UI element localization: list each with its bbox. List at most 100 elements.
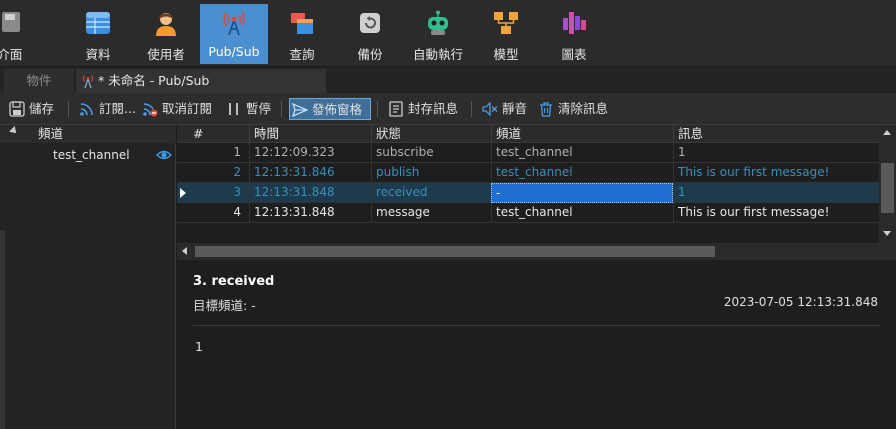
cell-status: received <box>371 183 491 203</box>
detail-channel: 目標頻道: - <box>193 298 256 313</box>
ribbon-item-backup[interactable]: 備份 <box>336 4 404 64</box>
cell-num: 1 <box>233 145 241 159</box>
ribbon-item-data[interactable]: 資料 <box>64 4 132 64</box>
col-header-channel[interactable]: 頻道 <box>491 125 673 143</box>
message-detail-panel: 3. received 目標頻道: - 2023-07-05 12:13:31.… <box>177 262 896 429</box>
tab-objects[interactable]: 物件 <box>4 69 74 93</box>
cell-num: 3 <box>233 185 241 199</box>
ribbon-item-label: Pub/Sub <box>208 44 260 59</box>
collapse-arrow-icon[interactable] <box>9 126 19 136</box>
save-button[interactable]: 儲存 <box>9 98 61 120</box>
table-row-selected[interactable]: 3 12:13:31.848 received - 1 <box>177 183 879 203</box>
table-row[interactable]: 4 12:13:31.848 message test_channel This… <box>177 203 879 223</box>
rss-icon <box>80 103 93 116</box>
pause-label: 暫停 <box>246 101 272 116</box>
cell-status: subscribe <box>371 143 491 163</box>
ribbon-item-pubsub[interactable]: Pub/Sub <box>200 4 268 64</box>
cell-time: 12:13:31.846 <box>249 163 371 183</box>
divider <box>193 325 881 326</box>
channel-tree-title: 頻道 <box>38 126 64 141</box>
save-label: 儲存 <box>29 101 55 116</box>
mute-label: 靜音 <box>502 101 528 116</box>
cell-time: 12:13:31.848 <box>249 183 371 203</box>
clear-messages-button[interactable]: 清除訊息 <box>538 98 614 120</box>
col-header-time[interactable]: 時間 <box>249 125 371 143</box>
ribbon-item-automation[interactable]: 自動執行 <box>404 4 472 64</box>
send-icon <box>292 102 308 118</box>
detail-title: 3. received <box>193 274 275 289</box>
col-header-message[interactable]: 訊息 <box>673 125 879 143</box>
divider <box>471 101 472 117</box>
cell-status: message <box>371 203 491 223</box>
table-icon <box>86 12 110 34</box>
cell-time: 12:12:09.323 <box>249 143 371 163</box>
ribbon-item-label: 查詢 <box>289 47 315 62</box>
scroll-thumb[interactable] <box>195 246 715 257</box>
pause-icon <box>229 103 238 115</box>
unsubscribe-button[interactable]: 取消訂閱 <box>142 98 220 120</box>
detail-message-body[interactable]: 1 <box>195 339 203 354</box>
publish-window-label: 發佈窗格 <box>312 102 363 117</box>
cell-message: 1 <box>673 183 879 203</box>
scroll-up-icon[interactable] <box>883 130 891 135</box>
save-disk-icon <box>2 12 20 32</box>
scroll-thumb[interactable] <box>881 163 894 213</box>
cell-channel: test_channel <box>491 143 673 163</box>
tab-strip: 物件 * 未命名 - Pub/Sub <box>0 66 896 94</box>
subscribe-button[interactable]: 訂閱... <box>79 98 137 120</box>
col-header-status[interactable]: 狀態 <box>371 125 491 143</box>
ribbon-item-users[interactable]: 使用者 <box>132 4 200 64</box>
cell-num: 4 <box>233 205 241 219</box>
eye-icon[interactable] <box>156 148 172 162</box>
tab-pubsub-label: * 未命名 - Pub/Sub <box>98 73 210 88</box>
model-icon <box>494 12 518 34</box>
table-row[interactable]: 1 12:12:09.323 subscribe test_channel 1 <box>177 143 879 163</box>
grid-vertical-scrollbar[interactable] <box>879 125 896 243</box>
tree-channel-label: test_channel <box>53 148 130 162</box>
cell-status: publish <box>371 163 491 183</box>
ribbon-item-charts[interactable]: 圖表 <box>540 4 608 64</box>
ribbon-item-label: 資料 <box>85 47 111 62</box>
channel-tree: 頻道 test_channel <box>0 125 176 429</box>
ribbon-toolbar: ˌ介面 資料 使用者 Pub/Sub 查詢 <box>0 0 896 66</box>
table-row[interactable]: 2 12:13:31.846 publish test_channel This… <box>177 163 879 183</box>
ribbon-item-interface[interactable]: ˌ介面 <box>0 4 34 64</box>
scroll-down-icon[interactable] <box>883 231 891 236</box>
cell-num: 2 <box>233 165 241 179</box>
query-icon <box>291 13 313 34</box>
ribbon-item-model[interactable]: 模型 <box>472 4 540 64</box>
cell-channel-focused[interactable]: - <box>491 183 673 203</box>
backup-icon <box>360 13 380 33</box>
mute-button[interactable]: 靜音 <box>482 98 532 120</box>
tree-channel-item[interactable]: test_channel <box>0 145 176 165</box>
ribbon-item-label: 備份 <box>357 47 383 62</box>
divider <box>68 101 69 117</box>
channel-tree-header[interactable]: 頻道 <box>0 125 176 143</box>
chart-icon <box>563 12 586 34</box>
pause-button[interactable]: 暫停 <box>226 98 274 120</box>
archive-label: 封存訊息 <box>408 101 459 116</box>
rss-remove-icon <box>143 103 158 117</box>
archive-messages-button[interactable]: 封存訊息 <box>388 98 464 120</box>
clear-label: 清除訊息 <box>558 101 609 116</box>
col-header-num[interactable]: # <box>177 125 249 143</box>
ribbon-item-label: 自動執行 <box>412 47 463 62</box>
publish-window-button[interactable]: 發佈窗格 <box>289 98 371 120</box>
tab-pubsub[interactable]: * 未命名 - Pub/Sub <box>76 69 326 94</box>
grid-horizontal-scrollbar[interactable] <box>177 243 896 260</box>
cell-message: This is our first message! <box>673 203 879 223</box>
divider <box>377 101 378 117</box>
cell-time: 12:13:31.848 <box>249 203 371 223</box>
subscribe-label: 訂閱... <box>99 101 136 116</box>
ribbon-item-label: ˌ介面 <box>0 47 23 62</box>
user-icon <box>156 13 176 36</box>
cell-channel: test_channel <box>491 163 673 183</box>
detail-timestamp: 2023-07-05 12:13:31.848 <box>723 295 878 309</box>
tree-scrollbar[interactable] <box>0 230 5 429</box>
scroll-left-icon[interactable] <box>182 247 187 255</box>
ribbon-item-query[interactable]: 查詢 <box>268 4 336 64</box>
grid-header: # 時間 狀態 頻道 訊息 <box>177 125 879 143</box>
save-icon <box>9 101 25 117</box>
mute-speaker-icon <box>482 101 498 117</box>
ribbon-item-label: 圖表 <box>561 47 587 62</box>
